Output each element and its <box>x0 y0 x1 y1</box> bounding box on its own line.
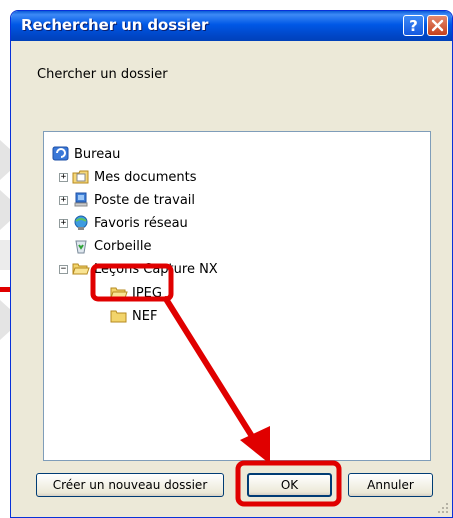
collapse-toggle[interactable]: − <box>59 265 68 274</box>
recycle-bin-icon <box>75 240 87 254</box>
help-button[interactable]: ? <box>403 15 424 36</box>
tree-item-lecons-capture-nx[interactable]: Leçons Capture NX <box>72 259 218 279</box>
help-icon: ? <box>409 16 418 35</box>
network-icon <box>74 215 88 230</box>
instruction-text: Chercher un dossier <box>37 67 168 82</box>
new-folder-button[interactable]: Créer un nouveau dossier <box>36 473 224 497</box>
expand-toggle[interactable]: + <box>59 173 68 182</box>
ok-label: OK <box>280 478 299 492</box>
tree-item-label: Corbeille <box>94 238 152 254</box>
expand-toggle[interactable]: + <box>59 219 68 228</box>
my-documents-icon <box>72 170 89 184</box>
tree-item-label: Mes documents <box>94 169 197 185</box>
tree-item-bureau[interactable]: Bureau <box>52 144 120 164</box>
dialog-title: Rechercher un dossier <box>21 16 209 34</box>
expand-toggle[interactable]: + <box>59 196 68 205</box>
folder-tree[interactable]: Bureau + Mes documents + Poste de travai… <box>43 131 431 461</box>
browse-folder-dialog: Rechercher un dossier ? Chercher un doss… <box>10 10 453 518</box>
tree-item-label: Favoris réseau <box>94 215 188 231</box>
title-bar: Rechercher un dossier ? <box>11 11 452 41</box>
tree-item-label: NEF <box>132 308 158 324</box>
tree-item-label: Leçons Capture NX <box>94 261 218 277</box>
computer-icon <box>74 192 88 207</box>
tree-item-jpeg[interactable]: JPEG <box>110 283 162 303</box>
folder-open-icon <box>72 263 90 275</box>
tree-item-label: JPEG <box>132 285 162 301</box>
tree-item-favoris-reseau[interactable]: Favoris réseau <box>72 213 188 233</box>
ok-button[interactable]: OK <box>247 473 332 497</box>
close-button[interactable] <box>427 15 448 36</box>
close-icon <box>431 19 444 32</box>
tree-item-nef[interactable]: NEF <box>110 306 157 326</box>
cancel-button[interactable]: Annuler <box>348 473 433 497</box>
tree-item-poste-de-travail[interactable]: Poste de travail <box>72 190 195 210</box>
folder-icon <box>110 310 127 323</box>
cancel-label: Annuler <box>367 478 414 492</box>
tree-item-label: Poste de travail <box>94 192 196 208</box>
tree-item-mes-documents[interactable]: Mes documents <box>72 167 196 187</box>
tree-item-corbeille[interactable]: Corbeille <box>72 236 151 256</box>
desktop-icon <box>52 146 69 161</box>
resize-grip-icon[interactable] <box>437 502 449 514</box>
tree-item-label: Bureau <box>74 146 121 162</box>
folder-open-icon <box>110 287 128 299</box>
new-folder-label: Créer un nouveau dossier <box>52 478 208 492</box>
